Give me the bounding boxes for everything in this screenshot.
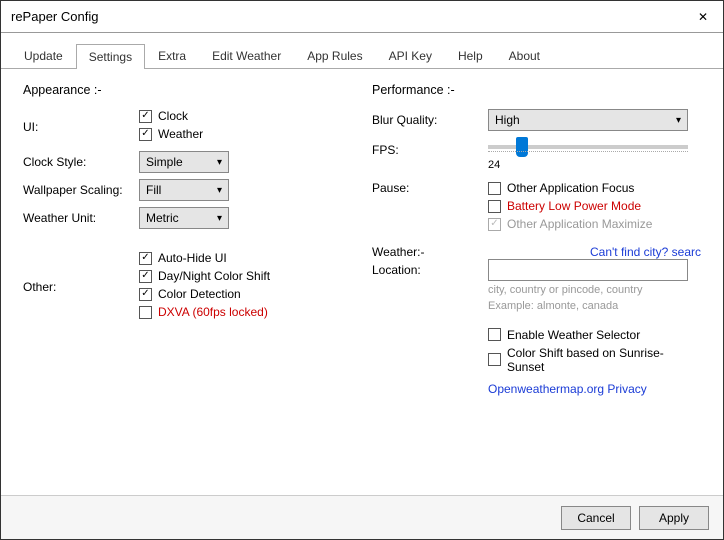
ui-weather-checkbox[interactable]: ✓Weather: [139, 127, 352, 141]
find-city-link[interactable]: Can't find city? searc: [488, 245, 701, 259]
check-icon: ✓: [139, 252, 152, 265]
clock-style-select[interactable]: Simple▾: [139, 151, 229, 173]
clock-style-label: Clock Style:: [23, 155, 139, 169]
performance-header: Performance :-: [372, 83, 701, 97]
other-label: Other:: [23, 280, 139, 294]
tab-settings[interactable]: Settings: [76, 44, 145, 69]
close-icon: ✕: [698, 10, 708, 24]
check-icon: ✓: [139, 128, 152, 141]
auto-hide-checkbox[interactable]: ✓Auto-Hide UI: [139, 251, 352, 265]
location-label: Location:: [372, 263, 482, 277]
ui-label: UI:: [23, 120, 139, 134]
fps-value: 24: [488, 159, 701, 171]
performance-column: Performance :- Blur Quality: High▾ FPS: …: [372, 83, 701, 481]
weather-unit-label: Weather Unit:: [23, 211, 139, 225]
daynight-checkbox[interactable]: ✓Day/Night Color Shift: [139, 269, 352, 283]
chevron-down-icon: ▾: [217, 157, 222, 168]
chevron-down-icon: ▾: [676, 115, 681, 126]
weather-unit-select[interactable]: Metric▾: [139, 207, 229, 229]
dxva-checkbox[interactable]: DXVA (60fps locked): [139, 305, 352, 319]
check-icon: ✓: [139, 110, 152, 123]
blur-quality-select[interactable]: High▾: [488, 109, 688, 131]
tab-app-rules[interactable]: App Rules: [294, 43, 375, 68]
blur-quality-label: Blur Quality:: [372, 113, 488, 127]
uncheck-icon: [488, 182, 501, 195]
fps-slider[interactable]: [488, 145, 688, 149]
location-hint1: city, country or pincode, country: [488, 283, 701, 297]
sunrise-color-shift-checkbox[interactable]: Color Shift based on Sunrise-Sunset: [488, 346, 701, 374]
wallpaper-scaling-select[interactable]: Fill▾: [139, 179, 229, 201]
appearance-header: Appearance :-: [23, 83, 352, 97]
apply-button[interactable]: Apply: [639, 506, 709, 530]
pause-app-focus-checkbox[interactable]: Other Application Focus: [488, 181, 701, 195]
chevron-down-icon: ▾: [217, 185, 222, 196]
tabstrip: Update Settings Extra Edit Weather App R…: [1, 43, 723, 69]
uncheck-icon: [488, 328, 501, 341]
content: Appearance :- UI: ✓Clock ✓Weather Clock …: [1, 69, 723, 495]
check-icon: ✓: [488, 218, 501, 231]
location-hint2: Example: almonte, canada: [488, 299, 701, 313]
tab-api-key[interactable]: API Key: [376, 43, 445, 68]
close-button[interactable]: ✕: [683, 1, 723, 33]
check-icon: ✓: [139, 288, 152, 301]
tab-about[interactable]: About: [496, 43, 553, 68]
enable-weather-selector-checkbox[interactable]: Enable Weather Selector: [488, 328, 701, 342]
location-input[interactable]: [488, 259, 688, 281]
pause-label: Pause:: [372, 181, 488, 195]
chevron-down-icon: ▾: [217, 213, 222, 224]
tab-extra[interactable]: Extra: [145, 43, 199, 68]
footer: Cancel Apply: [1, 495, 723, 539]
color-detection-checkbox[interactable]: ✓Color Detection: [139, 287, 352, 301]
fps-label: FPS:: [372, 137, 488, 157]
uncheck-icon: [488, 353, 501, 366]
tab-update[interactable]: Update: [11, 43, 76, 68]
uncheck-icon: [488, 200, 501, 213]
wallpaper-scaling-label: Wallpaper Scaling:: [23, 183, 139, 197]
tab-edit-weather[interactable]: Edit Weather: [199, 43, 294, 68]
pause-battery-checkbox[interactable]: Battery Low Power Mode: [488, 199, 701, 213]
titlebar: rePaper Config ✕: [1, 1, 723, 33]
pause-app-max-checkbox: ✓Other Application Maximize: [488, 217, 701, 231]
slider-ticks: [488, 151, 688, 155]
ui-clock-checkbox[interactable]: ✓Clock: [139, 109, 352, 123]
cancel-button[interactable]: Cancel: [561, 506, 631, 530]
uncheck-icon: [139, 306, 152, 319]
privacy-link[interactable]: Openweathermap.org Privacy: [488, 382, 701, 396]
window-title: rePaper Config: [11, 9, 98, 24]
check-icon: ✓: [139, 270, 152, 283]
tab-help[interactable]: Help: [445, 43, 496, 68]
weather-header: Weather:-: [372, 245, 482, 259]
appearance-column: Appearance :- UI: ✓Clock ✓Weather Clock …: [23, 83, 352, 481]
